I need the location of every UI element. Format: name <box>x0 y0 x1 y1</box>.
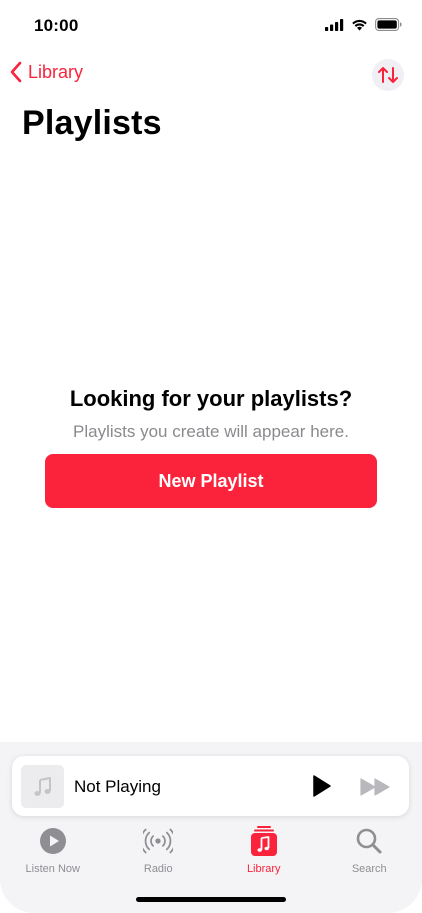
magnifier-icon <box>354 826 384 856</box>
chevron-left-icon <box>10 61 22 83</box>
status-time: 10:00 <box>34 16 79 35</box>
empty-state: Looking for your playlists? Playlists yo… <box>0 386 422 442</box>
status-bar: 10:00 <box>0 0 422 52</box>
sort-arrows-icon <box>378 67 398 83</box>
mini-player[interactable]: Not Playing <box>12 756 409 816</box>
home-indicator[interactable] <box>136 897 286 902</box>
tab-listen-now[interactable]: Listen Now <box>0 826 106 882</box>
sort-button[interactable] <box>372 59 404 91</box>
empty-state-heading: Looking for your playlists? <box>69 386 353 411</box>
artwork-placeholder <box>21 765 64 808</box>
status-icons <box>325 18 402 31</box>
fast-forward-icon[interactable] <box>360 776 392 798</box>
play-circle-icon <box>38 826 68 856</box>
music-library-icon <box>249 826 279 856</box>
tab-search-label: Search <box>351 863 387 875</box>
tab-search[interactable]: Search <box>317 826 422 882</box>
tab-library[interactable]: Library <box>211 826 317 882</box>
tab-radio-label: Radio <box>143 863 173 875</box>
radio-waves-icon <box>143 826 174 856</box>
empty-state-subtitle: Playlists you create will appear here. <box>73 422 349 441</box>
music-note-icon <box>34 776 51 796</box>
tab-radio[interactable]: Radio <box>106 826 212 882</box>
navigation-bar: Library <box>0 56 422 96</box>
new-playlist-button[interactable]: New Playlist <box>45 454 377 508</box>
play-icon[interactable] <box>309 774 333 798</box>
tab-bar: Listen Now Radio Library Search <box>0 826 422 882</box>
battery-icon <box>375 18 402 31</box>
tab-library-label: Library <box>246 863 281 875</box>
now-playing-title: Not Playing <box>74 777 161 796</box>
page-title: Playlists <box>22 104 162 142</box>
wifi-icon <box>352 19 367 31</box>
back-button[interactable]: Library <box>8 60 83 84</box>
tab-listen-now-label: Listen Now <box>25 863 80 875</box>
cellular-signal-icon <box>325 18 344 31</box>
back-button-label: Library <box>28 61 84 82</box>
